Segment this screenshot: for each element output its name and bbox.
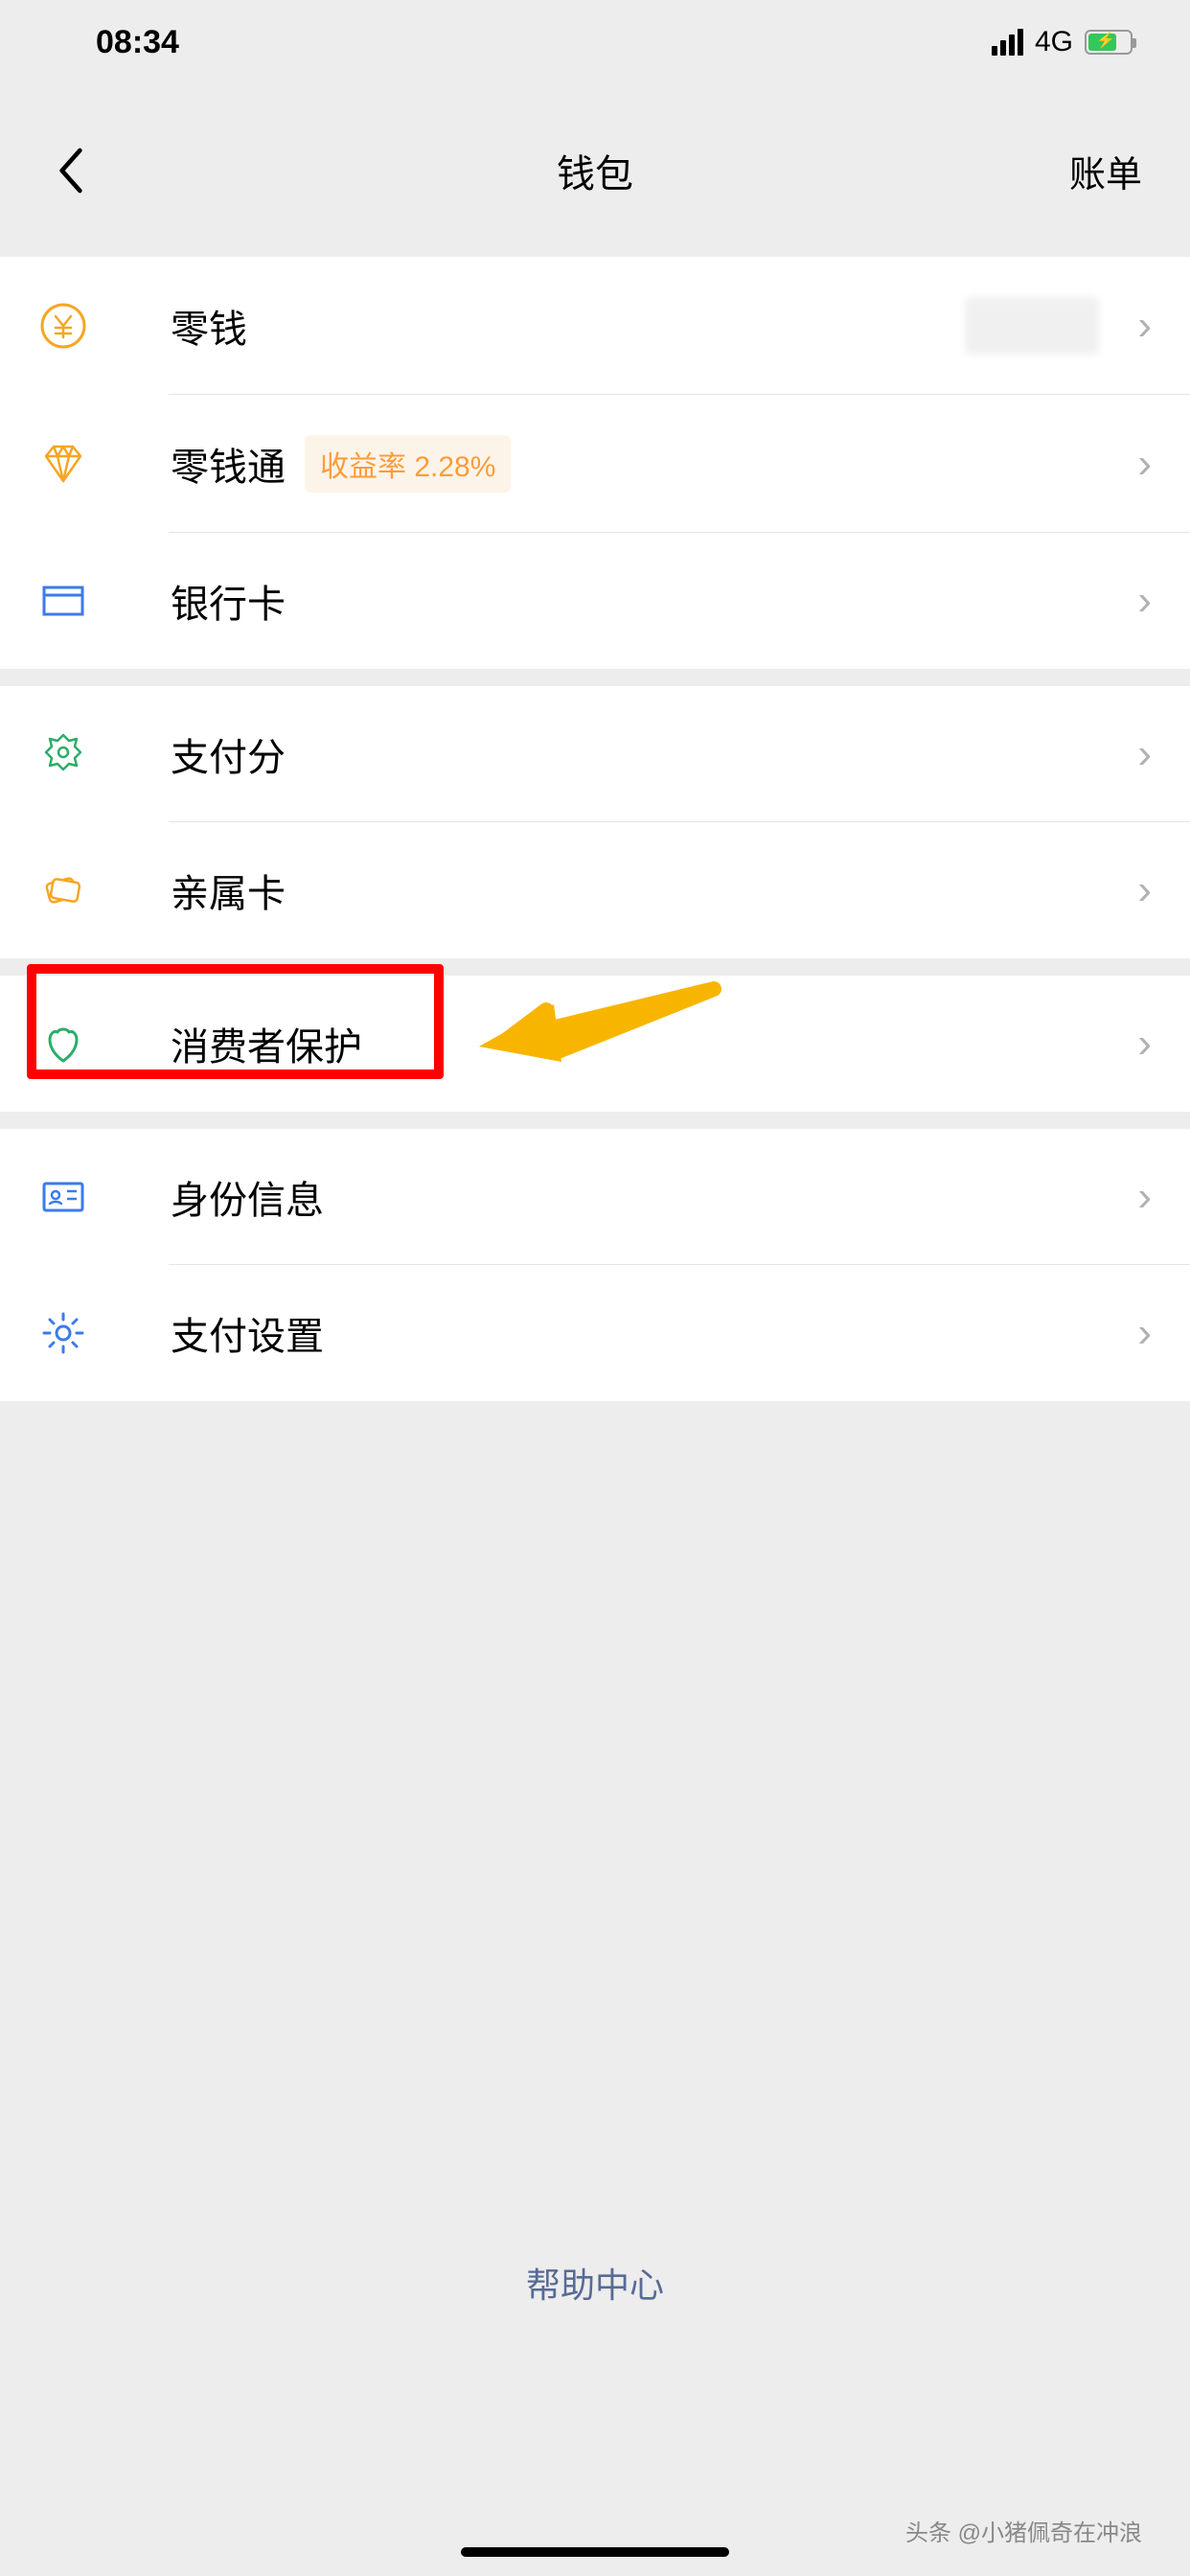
- row-money-fund[interactable]: 零钱通 收益率 2.28% ›: [0, 395, 1190, 533]
- help-center-link[interactable]: 帮助中心: [0, 2258, 1190, 2308]
- row-pay-score[interactable]: 支付分 ›: [0, 686, 1190, 822]
- page-title: 钱包: [557, 143, 633, 198]
- chevron-right-icon: ›: [1137, 1020, 1152, 1068]
- row-identity-info[interactable]: 身份信息 ›: [0, 1129, 1190, 1265]
- yen-circle-icon: [38, 301, 88, 351]
- chevron-right-icon: ›: [1137, 866, 1152, 914]
- id-card-icon: [38, 1172, 88, 1222]
- navigation-bar: 钱包 账单: [0, 84, 1190, 257]
- cellular-signal-icon: [992, 29, 1023, 56]
- menu-group-4: 身份信息 › 支付设置 ›: [0, 1129, 1190, 1401]
- chevron-right-icon: ›: [1137, 1173, 1152, 1221]
- row-label: 身份信息: [171, 1169, 324, 1225]
- chevron-right-icon: ›: [1137, 1309, 1152, 1357]
- row-label: 支付分: [171, 726, 286, 782]
- row-label: 亲属卡: [171, 862, 286, 918]
- home-indicator[interactable]: [461, 2547, 729, 2557]
- status-time: 08:34: [96, 24, 179, 61]
- row-payment-settings[interactable]: 支付设置 ›: [0, 1265, 1190, 1401]
- menu-group-1: 零钱 › 零钱通 收益率 2.28% › 银行卡 ›: [0, 257, 1190, 669]
- row-label: 零钱: [171, 298, 247, 354]
- chevron-right-icon: ›: [1137, 440, 1152, 488]
- status-bar: 08:34 4G: [0, 0, 1190, 84]
- chevron-left-icon: [57, 148, 84, 194]
- arrow-annotation-icon: [479, 981, 728, 1077]
- battery-icon: [1085, 30, 1133, 55]
- chevron-right-icon: ›: [1137, 577, 1152, 625]
- row-label: 支付设置: [171, 1305, 324, 1361]
- badge-star-icon: [38, 729, 88, 779]
- row-consumer-protection[interactable]: 消费者保护 ›: [0, 976, 1190, 1112]
- row-bank-cards[interactable]: 银行卡 ›: [0, 533, 1190, 669]
- row-label: 消费者保护: [171, 1016, 362, 1071]
- chevron-right-icon: ›: [1137, 302, 1152, 350]
- yield-badge: 收益率 2.28%: [305, 435, 511, 493]
- cards-stack-icon: [38, 865, 88, 915]
- network-type: 4G: [1035, 26, 1073, 58]
- card-icon: [38, 576, 88, 626]
- footer-attribution: 头条 @小猪佩奇在冲浪: [905, 2514, 1142, 2547]
- row-balance[interactable]: 零钱 ›: [0, 257, 1190, 395]
- gear-icon: [38, 1308, 88, 1358]
- hands-shield-icon: [38, 1019, 88, 1069]
- menu-group-2: 支付分 › 亲属卡 ›: [0, 686, 1190, 958]
- menu-group-3: 消费者保护 ›: [0, 976, 1190, 1112]
- row-label: 零钱通: [171, 436, 286, 492]
- row-family-card[interactable]: 亲属卡 ›: [0, 822, 1190, 958]
- status-right: 4G: [992, 26, 1133, 58]
- back-button[interactable]: [38, 138, 103, 203]
- row-label: 银行卡: [171, 573, 286, 629]
- chevron-right-icon: ›: [1137, 730, 1152, 778]
- balance-value-blurred: [965, 297, 1099, 355]
- diamond-icon: [38, 439, 88, 489]
- bills-button[interactable]: 账单: [1060, 135, 1152, 207]
